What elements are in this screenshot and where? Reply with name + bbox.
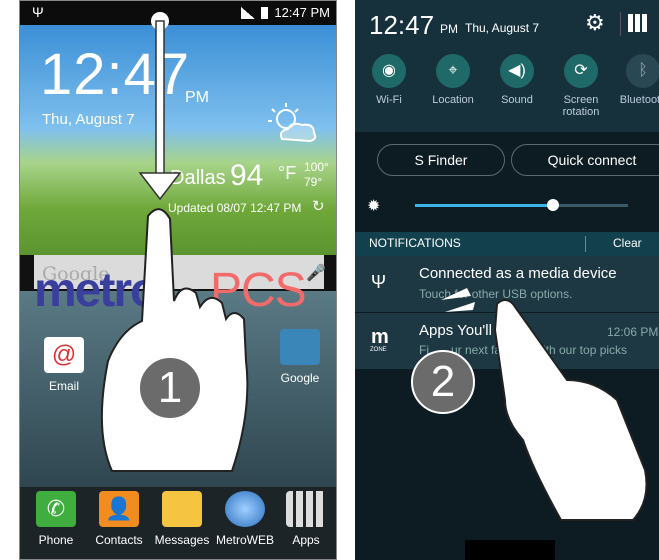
step-number-2: 2 [411, 350, 475, 414]
hand-illustration [493, 299, 648, 521]
notification-panel-phone: 12:47 PM Thu, August 7 ⚙ ◉ Wi-Fi ⌖ Locat… [355, 0, 659, 560]
hand-illustration [100, 208, 249, 472]
swipe-down-gesture [100, 12, 249, 472]
step-number-1: 1 [138, 356, 202, 420]
lockscreen-phone: Ψ 12:47 PM 12:47 PM Thu, August 7 Dallas… [19, 0, 337, 560]
tap-gesture [441, 288, 648, 521]
